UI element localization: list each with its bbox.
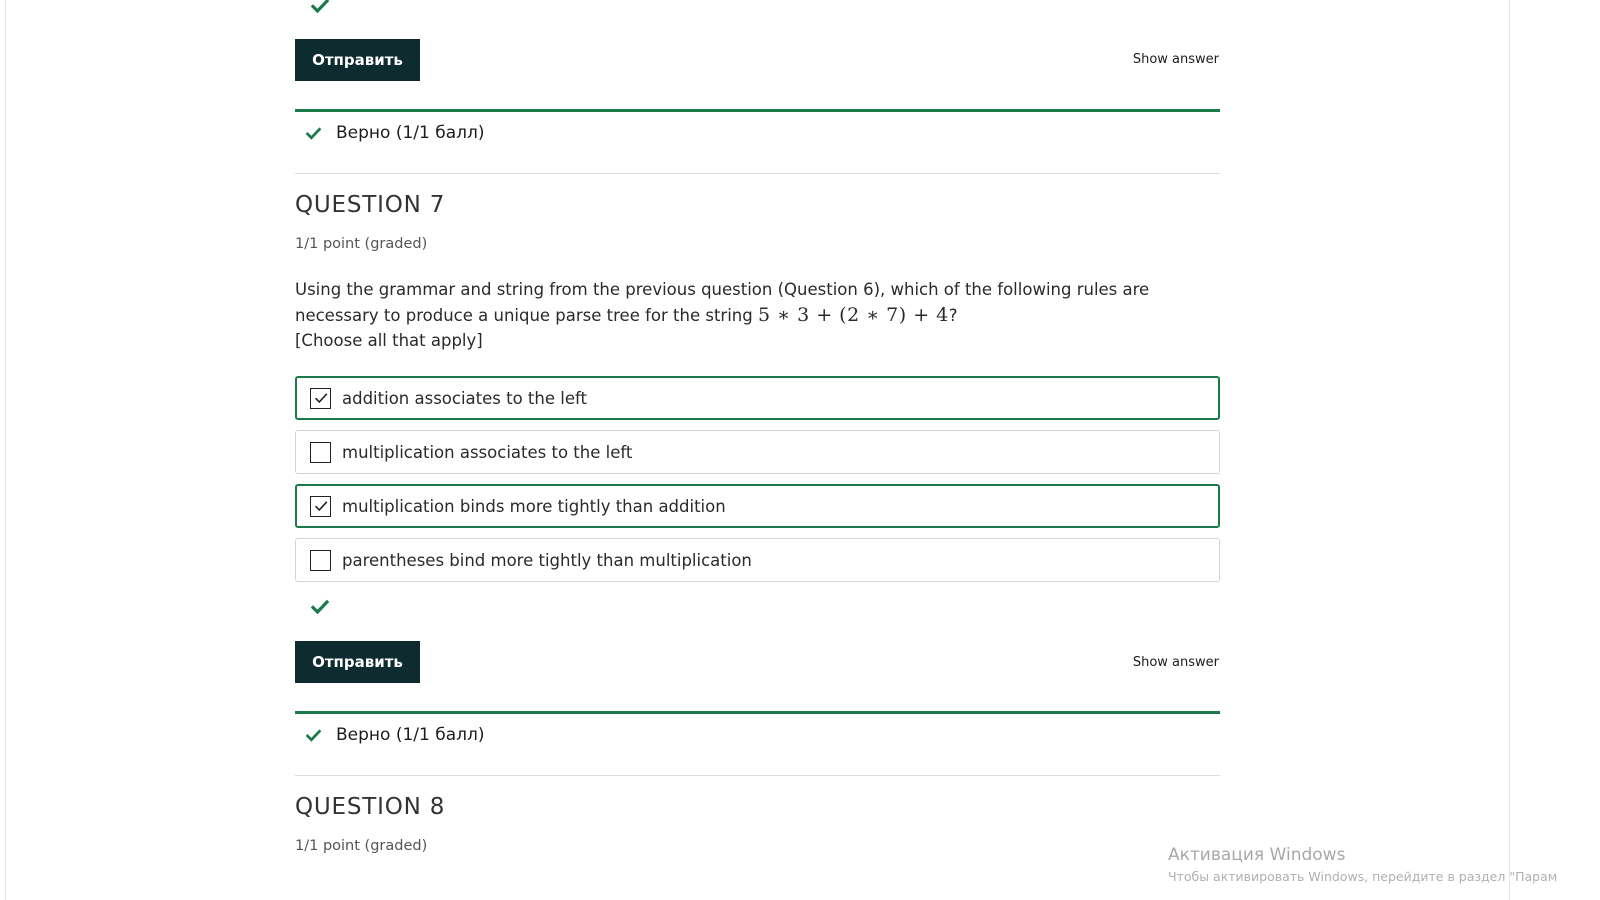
show-answer-link[interactable]: Show answer (1133, 655, 1219, 670)
question-text-line1: Using the grammar and string from the pr… (295, 280, 1150, 299)
prev-feedback-bar (295, 109, 1220, 112)
question-text-suffix: ? (948, 305, 958, 325)
option-multiplication-left-assoc[interactable]: multiplication associates to the left (295, 430, 1220, 474)
option-label: multiplication binds more tightly than a… (342, 496, 726, 516)
question-7-points: 1/1 point (graded) (295, 236, 428, 252)
checkbox-checked-icon[interactable] (310, 495, 331, 517)
option-label: parentheses bind more tightly than multi… (342, 550, 752, 570)
option-multiplication-precedence[interactable]: multiplication binds more tightly than a… (295, 484, 1220, 528)
windows-activation-title: Активация Windows (1168, 845, 1346, 865)
math-expression: 5 ∗ 3 + (2 ∗ 7) + 4 (757, 303, 949, 326)
option-label: multiplication associates to the left (342, 442, 633, 462)
question-text-prefix: necessary to produce a unique parse tree… (295, 305, 758, 325)
submit-button[interactable]: Отправить (295, 641, 420, 683)
prev-feedback: Верно (1/1 балл) (305, 123, 485, 143)
page-edge-right (1509, 0, 1510, 900)
question-7-title: QUESTION 7 (295, 192, 446, 218)
feedback-bar (295, 711, 1220, 714)
check-icon (305, 728, 322, 742)
option-addition-left-assoc[interactable]: addition associates to the left (295, 376, 1220, 420)
question-text-line2: necessary to produce a unique parse tree… (295, 303, 1220, 329)
prev-show-answer-link[interactable]: Show answer (1133, 52, 1219, 67)
prev-submit-button[interactable]: Отправить (295, 39, 420, 81)
checkbox-checked-icon[interactable] (310, 387, 331, 409)
correct-check-icon (310, 597, 330, 617)
feedback: Верно (1/1 балл) (305, 725, 485, 745)
question-text-line3: [Choose all that apply] (295, 331, 483, 350)
checkbox-unchecked-icon[interactable] (310, 549, 331, 571)
question-8-title: QUESTION 8 (295, 794, 446, 820)
windows-activation-subtitle: Чтобы активировать Windows, перейдите в … (1168, 869, 1558, 884)
prev-correct-check-icon (310, 0, 330, 16)
check-icon (305, 126, 322, 140)
option-parentheses-precedence[interactable]: parentheses bind more tightly than multi… (295, 538, 1220, 582)
question-8-points: 1/1 point (graded) (295, 838, 428, 854)
divider (295, 775, 1220, 776)
option-label: addition associates to the left (342, 388, 587, 408)
prev-feedback-text: Верно (1/1 балл) (336, 123, 485, 143)
feedback-text: Верно (1/1 балл) (336, 725, 485, 745)
page-edge-left (5, 0, 6, 900)
question-7-text: Using the grammar and string from the pr… (295, 277, 1220, 354)
checkbox-unchecked-icon[interactable] (310, 441, 331, 463)
divider (295, 173, 1220, 174)
